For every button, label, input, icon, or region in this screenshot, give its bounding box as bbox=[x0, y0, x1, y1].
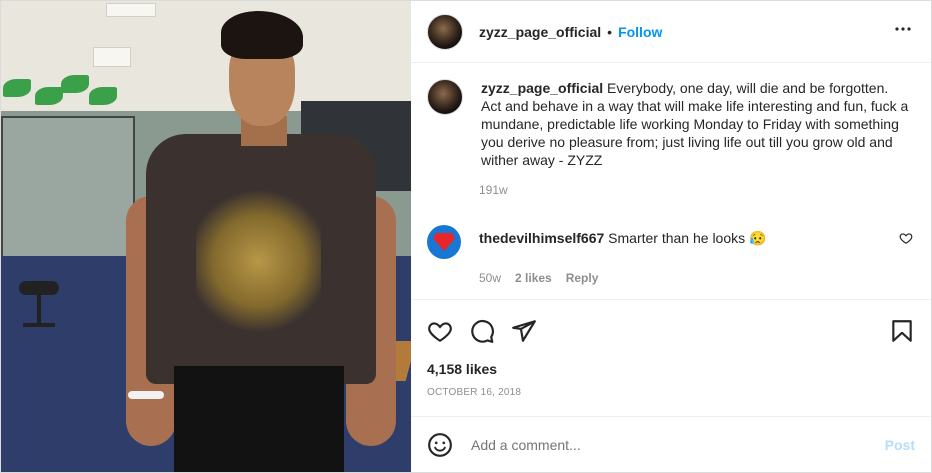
caption-username[interactable]: zyzz_page_official bbox=[481, 80, 603, 96]
heart-icon[interactable] bbox=[427, 318, 453, 344]
add-comment-input[interactable] bbox=[469, 435, 885, 454]
post-side-panel: zyzz_page_official • Follow zyzz_page_of… bbox=[411, 1, 931, 472]
photo-decoration bbox=[3, 79, 31, 97]
photo-shirt-print bbox=[196, 181, 321, 341]
avatar[interactable] bbox=[427, 13, 463, 50]
post-comment-button[interactable]: Post bbox=[885, 437, 915, 453]
photo-decoration bbox=[61, 75, 89, 93]
add-comment-bar: Post bbox=[411, 416, 931, 472]
post-date: OCTOBER 16, 2018 bbox=[427, 387, 522, 398]
comment-text: Smarter than he looks 😥 bbox=[608, 230, 767, 246]
likes-count[interactable]: 4,158 likes bbox=[411, 361, 931, 377]
post-header: zyzz_page_official • Follow bbox=[411, 1, 931, 63]
more-icon[interactable] bbox=[891, 17, 915, 47]
follow-button[interactable]: Follow bbox=[618, 24, 662, 40]
photo-chair bbox=[19, 271, 59, 331]
comment-age: 50w bbox=[479, 271, 502, 285]
comment-like-icon[interactable] bbox=[899, 231, 915, 247]
caption-text-block: zyzz_page_official Everybody, one day, w… bbox=[481, 79, 911, 169]
caption-age: 191w bbox=[479, 183, 508, 197]
header-separator: • bbox=[607, 23, 613, 40]
reply-button[interactable]: Reply bbox=[566, 271, 599, 285]
comment-text-block: thedevilhimself667 Smarter than he looks… bbox=[479, 229, 766, 259]
header-username[interactable]: zyzz_page_official bbox=[479, 24, 601, 40]
comment-likes[interactable]: 2 likes bbox=[515, 271, 552, 285]
photo-decoration bbox=[89, 87, 117, 105]
bookmark-icon[interactable] bbox=[889, 318, 915, 344]
commenter-avatar[interactable] bbox=[427, 225, 461, 259]
photo-person bbox=[126, 6, 396, 472]
emoji-icon[interactable] bbox=[427, 432, 453, 458]
comment-meta: 50w 2 likes Reply bbox=[479, 271, 915, 285]
photo-wristband bbox=[128, 391, 164, 399]
post-photo[interactable] bbox=[1, 1, 411, 472]
comments-section: zyzz_page_official Everybody, one day, w… bbox=[411, 63, 931, 299]
photo-decoration bbox=[35, 87, 63, 105]
comment-icon[interactable] bbox=[469, 318, 495, 344]
share-icon[interactable] bbox=[511, 318, 537, 344]
comment-row: thedevilhimself667 Smarter than he looks… bbox=[427, 225, 915, 259]
caption: zyzz_page_official Everybody, one day, w… bbox=[427, 79, 915, 169]
action-bar bbox=[411, 299, 931, 361]
photo-glass-partition bbox=[1, 116, 135, 270]
instagram-post-modal: zyzz_page_official • Follow zyzz_page_of… bbox=[0, 0, 932, 473]
comment-username[interactable]: thedevilhimself667 bbox=[479, 230, 604, 246]
caption-avatar[interactable] bbox=[427, 79, 463, 115]
